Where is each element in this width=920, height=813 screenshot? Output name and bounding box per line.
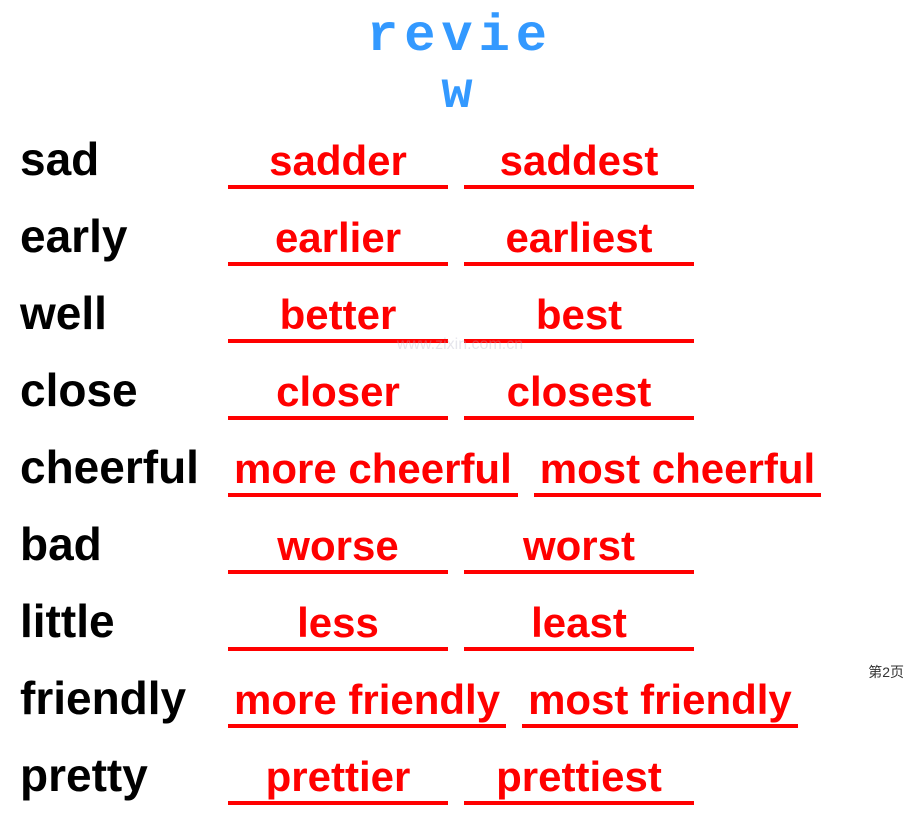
superlative-word: worst (464, 522, 694, 574)
word-row: friendlymore friendly most friendly (20, 671, 900, 736)
superlative-word: least (464, 599, 694, 651)
page-number: 第2页 (868, 662, 904, 682)
word-row: badworse worst (20, 517, 900, 582)
base-word: well (20, 286, 220, 340)
superlative-word: most friendly (522, 676, 798, 728)
superlative-word: most cheerful (534, 445, 821, 497)
base-word: little (20, 594, 220, 648)
word-row: sadsadder saddest (20, 132, 900, 197)
superlative-word: saddest (464, 137, 694, 189)
word-row: closecloser closest (20, 363, 900, 428)
base-word: pretty (20, 748, 220, 802)
base-word: cheerful (20, 440, 220, 494)
base-word: close (20, 363, 220, 417)
base-word: bad (20, 517, 220, 571)
comparative-word: worse (228, 522, 448, 574)
comparative-word: prettier (228, 753, 448, 805)
word-row: littleless least (20, 594, 900, 659)
word-row: prettyprettier prettiest (20, 748, 900, 813)
superlative-word: closest (464, 368, 694, 420)
word-row: cheerfulmore cheerful most cheerful (20, 440, 900, 505)
base-word: sad (20, 132, 220, 186)
page-title: revie w (0, 8, 920, 122)
base-word: friendly (20, 671, 220, 725)
comparative-word: better (228, 291, 448, 343)
superlative-word: earliest (464, 214, 694, 266)
comparative-word: more cheerful (228, 445, 518, 497)
comparative-word: sadder (228, 137, 448, 189)
comparative-word: less (228, 599, 448, 651)
comparative-word: closer (228, 368, 448, 420)
word-table: sadsadder saddest earlyearlier earliest well… (0, 132, 920, 813)
comparative-word: earlier (228, 214, 448, 266)
word-row: earlyearlier earliest (20, 209, 900, 274)
word-row: wellbetter best (20, 286, 900, 351)
comparative-word: more friendly (228, 676, 506, 728)
superlative-word: prettiest (464, 753, 694, 805)
title-container: revie w (0, 0, 920, 122)
base-word: early (20, 209, 220, 263)
superlative-word: best (464, 291, 694, 343)
